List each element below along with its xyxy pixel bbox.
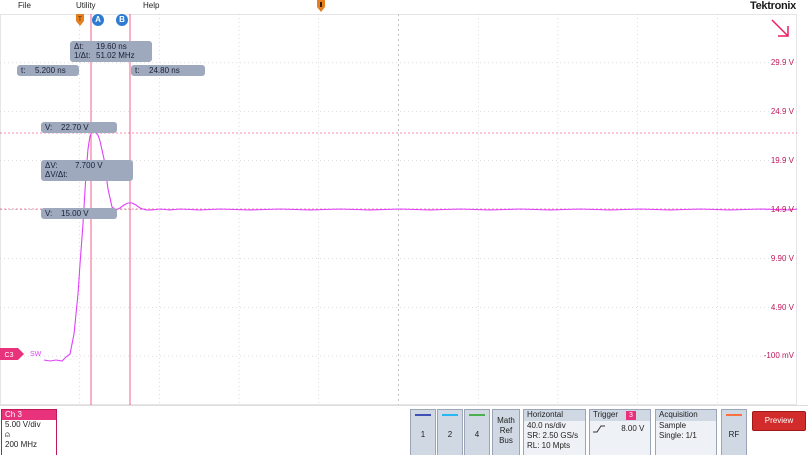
rf-button[interactable]: RF (721, 409, 747, 455)
readout-label: t: (21, 66, 26, 75)
acquisition-mode: Sample (659, 421, 687, 430)
channel-2-label: 2 (447, 430, 453, 439)
trigger-level-row: 8.00 V (590, 421, 650, 434)
time-b-value: 24.80 ns (149, 66, 180, 75)
readout-label: ΔV: (45, 161, 58, 170)
channel-1-label: 1 (420, 430, 426, 439)
svg-text:T: T (78, 17, 82, 23)
bandwidth-icon: ⍝ (5, 430, 10, 439)
corner-tick (771, 19, 789, 37)
channel-4-color-bar (469, 414, 485, 416)
readout-label: t: (135, 66, 140, 75)
voltage-b-readout[interactable]: V: 15.00 V (41, 208, 117, 219)
time-a-value: 5.200 ns (35, 66, 66, 75)
time-a-readout[interactable]: t: 5.200 ns (17, 65, 79, 76)
delta-t-readout[interactable]: Δt: 19.60 ns 1/Δt: 51.02 MHz (70, 41, 152, 62)
preview-button[interactable]: Preview (752, 411, 806, 431)
readout-label: Δt: (74, 42, 84, 51)
channel-4-button[interactable]: 4 (464, 409, 490, 455)
trigger-header: Trigger 3 (590, 410, 650, 421)
svg-text:C3: C3 (5, 352, 14, 359)
trigger-panel[interactable]: Trigger 3 8.00 V (589, 409, 651, 455)
trace-label: SW (30, 351, 42, 358)
menu-bar: File Utility Help Tektronix (0, 0, 808, 14)
scale-label: -100 mV (763, 351, 794, 360)
brand-logo: Tektronix (750, 0, 796, 12)
scale-label: 4.90 V (770, 303, 794, 312)
channel-3-bandwidth: 200 MHz (5, 440, 38, 449)
scale-label: 19.9 V (770, 156, 794, 165)
horizontal-title: Horizontal (524, 410, 585, 421)
cursor-b-marker[interactable]: B (116, 14, 128, 26)
readout-label: V: (45, 123, 53, 132)
rf-label: RF (728, 430, 740, 439)
channel-2-button[interactable]: 2 (437, 409, 463, 455)
bottom-control-bar: Ch 3 5.00 V/div ⍝ 200 MHz 1 2 4 Math Ref… (0, 405, 808, 455)
waveform-trace (43, 131, 797, 362)
rf-color-bar (726, 414, 742, 416)
acquisition-title: Acquisition (656, 410, 716, 421)
menu-help[interactable]: Help (143, 1, 159, 10)
trigger-marker-icon[interactable]: T (76, 14, 84, 26)
ref-label: Ref (499, 426, 513, 435)
menu-file[interactable]: File (18, 1, 31, 10)
delta-v-readout[interactable]: ΔV: 7.700 V ΔV/Δt: (41, 160, 133, 181)
channel-3-marker-icon[interactable]: C3 (0, 348, 24, 360)
channel-3-vdiv: 5.00 V/div (5, 420, 41, 429)
time-b-readout[interactable]: t: 24.80 ns (131, 65, 205, 76)
channel-3-title: Ch 3 (2, 410, 56, 420)
cursor-a-marker[interactable]: A (92, 14, 104, 26)
sample-rate: SR: 2.50 GS/s (527, 431, 579, 440)
scale-label: 14.9 V (770, 205, 794, 214)
channel-1-button[interactable]: 1 (410, 409, 436, 455)
readout-label: ΔV/Δt: (45, 170, 68, 179)
math-label: Math (497, 416, 515, 425)
trigger-level: 8.00 V (621, 424, 645, 433)
trigger-position-icon[interactable] (317, 0, 325, 12)
rising-edge-icon (593, 425, 605, 433)
channel-3-badge[interactable]: Ch 3 5.00 V/div ⍝ 200 MHz (1, 409, 57, 455)
delta-t-value: 19.60 ns (96, 42, 127, 51)
inverse-delta-t-value: 51.02 MHz (96, 51, 135, 60)
scale-label: 24.9 V (770, 107, 794, 116)
acquisition-single: Single: 1/1 (659, 431, 697, 440)
trigger-channel-badge: 3 (626, 411, 636, 420)
channel-2-color-bar (442, 414, 458, 416)
readout-label: V: (45, 209, 53, 218)
math-ref-bus-button[interactable]: Math Ref Bus (492, 409, 520, 455)
record-length: RL: 10 Mpts (527, 441, 571, 450)
delta-v-value: 7.700 V (75, 161, 103, 170)
readout-label: 1/Δt: (74, 51, 91, 60)
channel-1-color-bar (415, 414, 431, 416)
menu-utility[interactable]: Utility (76, 1, 96, 10)
horizontal-panel[interactable]: Horizontal 40.0 ns/div SR: 2.50 GS/s RL:… (523, 409, 586, 455)
scale-label: 29.9 V (770, 58, 794, 67)
trigger-title: Trigger (593, 410, 619, 419)
scale-label: 9.90 V (770, 254, 794, 263)
acquisition-panel[interactable]: Acquisition Sample Single: 1/1 (655, 409, 717, 455)
waveform-display[interactable] (0, 14, 797, 405)
channel-4-label: 4 (474, 430, 480, 439)
voltage-b-value: 15.00 V (61, 209, 89, 218)
voltage-a-value: 22.70 V (61, 123, 89, 132)
voltage-a-readout[interactable]: V: 22.70 V (41, 122, 117, 133)
bus-label: Bus (499, 436, 513, 445)
horizontal-scale: 40.0 ns/div (527, 421, 566, 430)
